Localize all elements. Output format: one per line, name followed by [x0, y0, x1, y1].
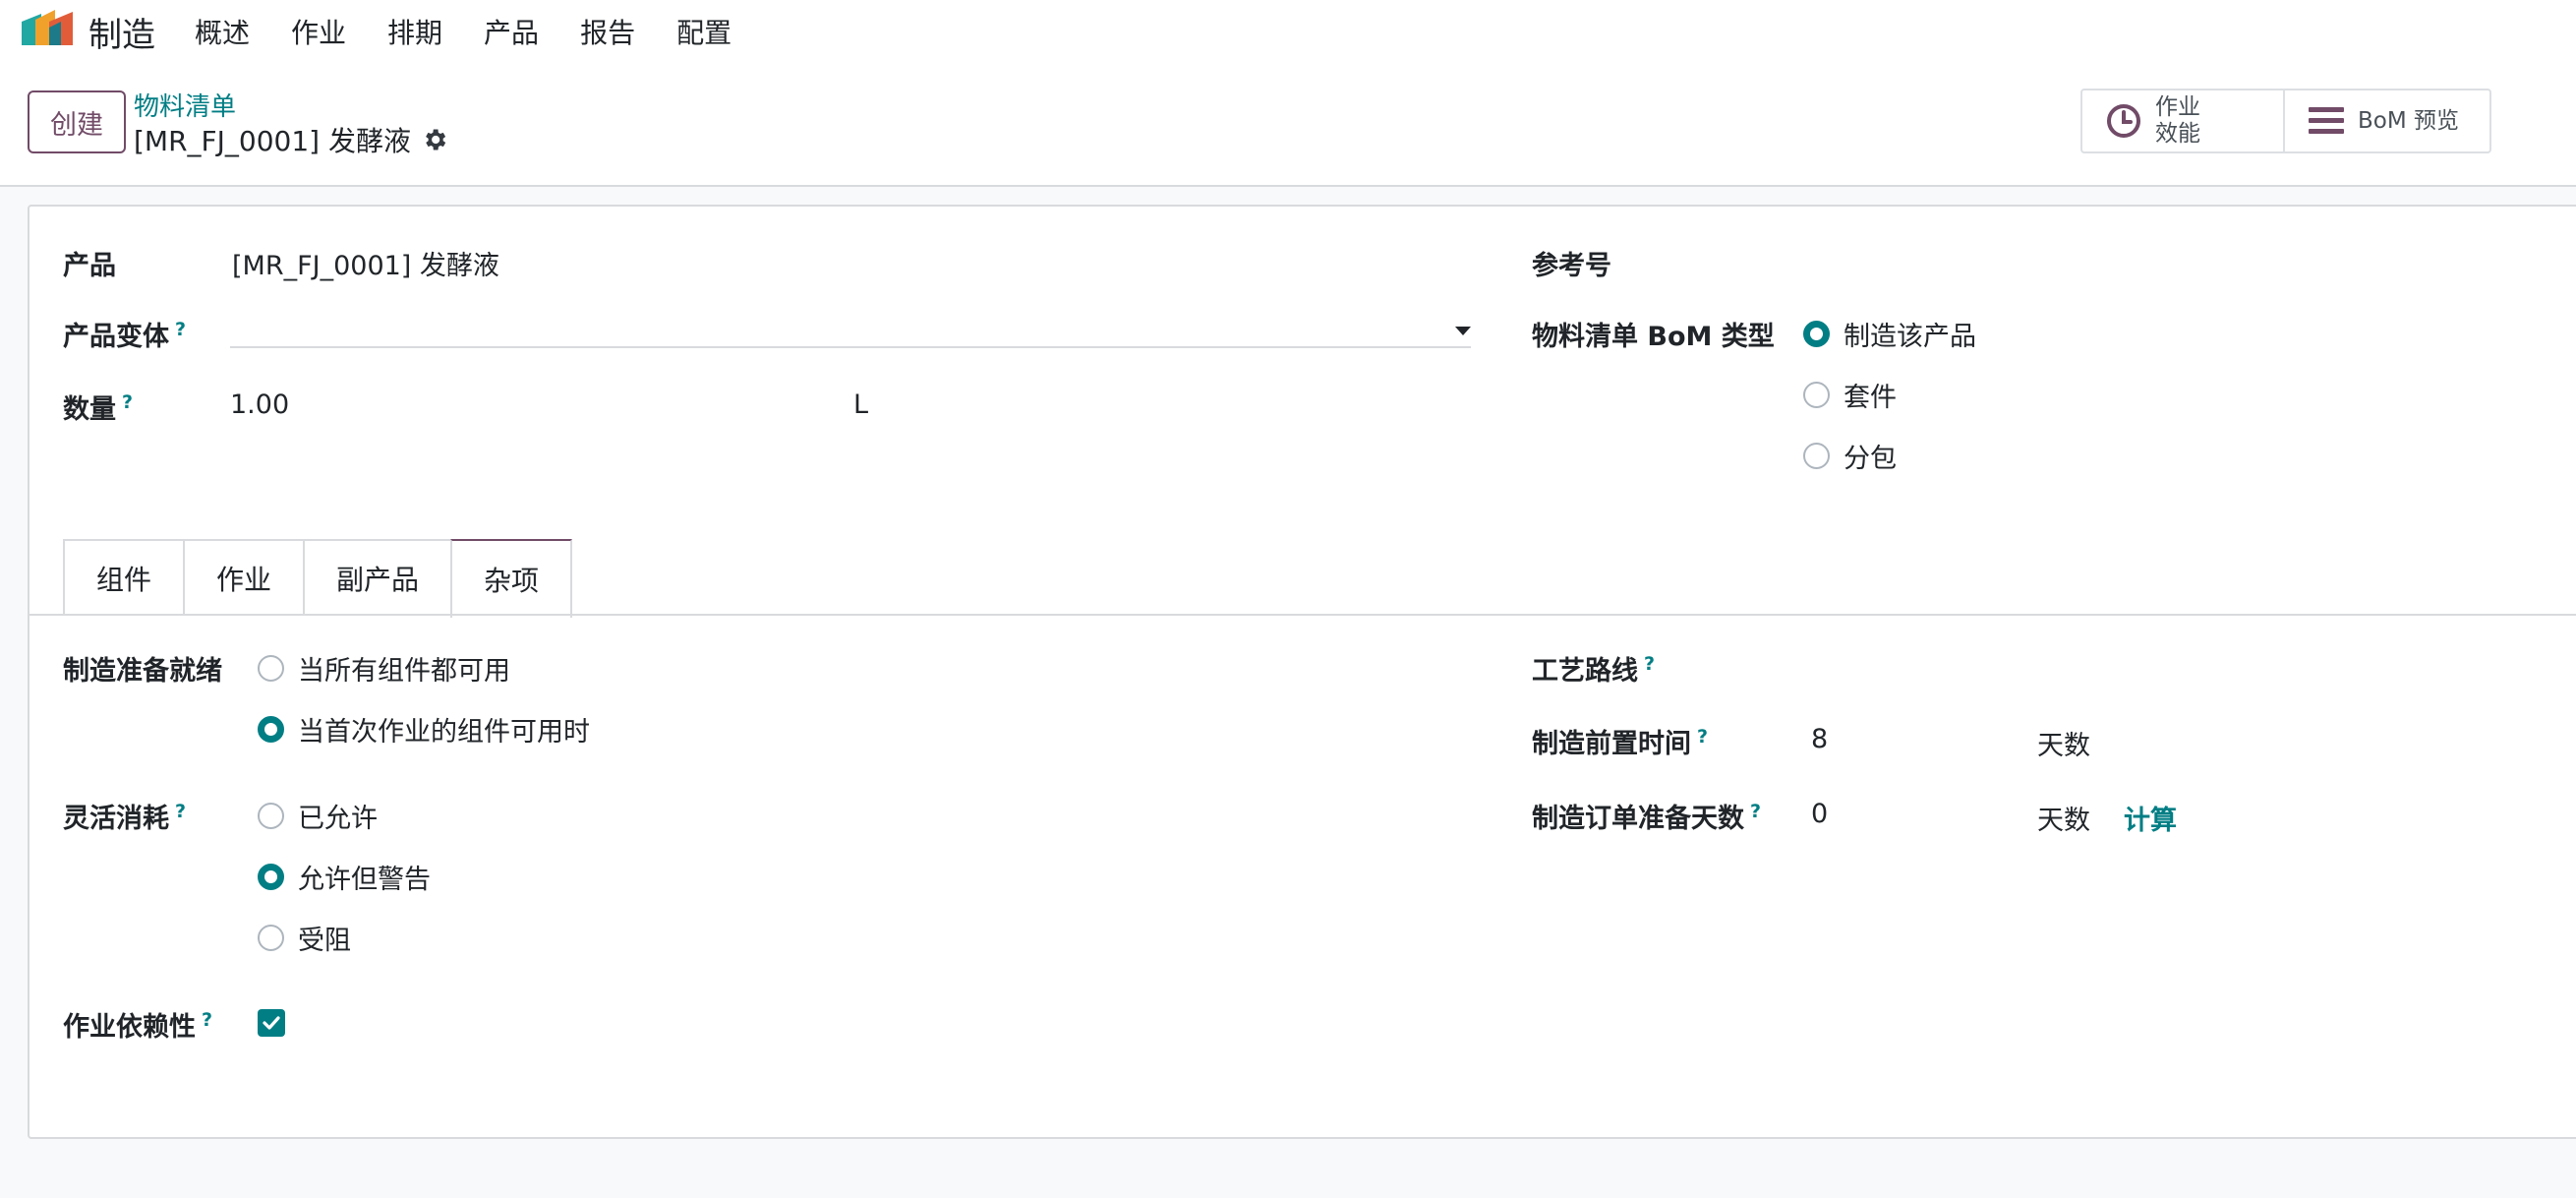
- radio-selected-icon: [258, 716, 284, 743]
- menu-planning[interactable]: 排期: [387, 12, 442, 51]
- flex-option-allowed[interactable]: 已允许: [258, 797, 378, 835]
- reference-label: 参考号: [1532, 251, 1611, 281]
- bom-preview-label: BoM 预览: [2358, 107, 2460, 134]
- help-icon[interactable]: ?: [1644, 653, 1655, 675]
- radio-icon: [1803, 443, 1830, 469]
- help-icon[interactable]: ?: [1697, 726, 1708, 748]
- menu-reporting[interactable]: 报告: [580, 12, 635, 51]
- lead-time-unit: 天数: [2037, 731, 2090, 761]
- breadcrumb-bom-link[interactable]: 物料清单: [134, 87, 236, 123]
- radio-icon: [258, 655, 284, 682]
- compute-button[interactable]: 计算: [2124, 799, 2177, 837]
- menu-products[interactable]: 产品: [484, 12, 539, 51]
- ready-option-first-operation[interactable]: 当首次作业的组件可用时: [258, 710, 590, 749]
- clock-icon: [2107, 104, 2140, 138]
- create-button[interactable]: 创建: [28, 90, 126, 153]
- smart-buttons: 作业 效能 BoM 预览: [2080, 89, 2491, 153]
- bom-type-option-subcontracting[interactable]: 分包: [1803, 437, 1897, 475]
- form-sheet: 产品 [MR_FJ_0001] 发酵液 产品变体? 数量? 1.00 L 参考号…: [28, 205, 2576, 1139]
- tab-operations[interactable]: 作业: [183, 539, 306, 616]
- bom-type-label: 物料清单 BoM 类型: [1532, 322, 1775, 352]
- days-to-prepare-input[interactable]: 0: [1811, 799, 1828, 829]
- lead-time-input[interactable]: 8: [1811, 724, 1828, 754]
- app-name[interactable]: 制造: [88, 8, 155, 56]
- manufacturing-app-icon[interactable]: [20, 8, 75, 47]
- help-icon[interactable]: ?: [1750, 801, 1761, 822]
- radio-icon: [258, 925, 284, 951]
- tab-by-products[interactable]: 副产品: [303, 539, 453, 616]
- bom-type-option-kit[interactable]: 套件: [1803, 376, 1897, 414]
- quantity-label: 数量?: [63, 391, 134, 425]
- help-icon[interactable]: ?: [175, 801, 186, 822]
- efficiency-label: 作业 效能: [2155, 94, 2200, 147]
- tab-miscellaneous[interactable]: 杂项: [450, 539, 573, 618]
- radio-selected-icon: [1803, 321, 1830, 347]
- main-menu: 概述 作业 排期 产品 报告 配置: [195, 12, 773, 51]
- bom-preview-button[interactable]: BoM 预览: [2285, 90, 2489, 151]
- help-icon[interactable]: ?: [122, 391, 133, 413]
- product-variant-label: 产品变体?: [63, 319, 187, 352]
- flexible-consumption-label: 灵活消耗?: [63, 801, 187, 834]
- top-navbar: 制造 概述 作业 排期 产品 报告 配置: [0, 0, 2576, 57]
- radio-icon: [258, 803, 284, 829]
- radio-selected-icon: [258, 864, 284, 890]
- control-panel: 创建 物料清单 [MR_FJ_0001] 发酵液 作业 效能 BoM 预览: [0, 57, 2576, 187]
- quantity-uom[interactable]: L: [853, 389, 868, 420]
- tab-components[interactable]: 组件: [63, 539, 186, 616]
- checkmark-icon: [263, 1016, 280, 1030]
- gear-icon[interactable]: [421, 126, 448, 153]
- manufacturing-lead-time-label: 制造前置时间?: [1532, 726, 1709, 759]
- help-icon[interactable]: ?: [202, 1009, 212, 1031]
- days-to-prepare-label: 制造订单准备天数?: [1532, 801, 1762, 834]
- radio-icon: [1803, 382, 1830, 408]
- menu-operations[interactable]: 作业: [291, 12, 346, 51]
- flex-option-warning[interactable]: 允许但警告: [258, 858, 431, 896]
- ready-to-produce-label: 制造准备就绪: [63, 656, 222, 687]
- bars-icon: [2309, 107, 2344, 134]
- product-variant-select[interactable]: [230, 305, 1471, 348]
- product-value[interactable]: [MR_FJ_0001] 发酵液: [232, 244, 499, 282]
- routing-label: 工艺路线?: [1532, 653, 1656, 687]
- product-label: 产品: [63, 251, 116, 281]
- menu-overview[interactable]: 概述: [195, 12, 250, 51]
- operation-dependencies-label: 作业依赖性?: [63, 1009, 213, 1043]
- quantity-input[interactable]: 1.00: [230, 389, 289, 420]
- chevron-down-icon: [1455, 327, 1471, 335]
- ready-option-all-available[interactable]: 当所有组件都可用: [258, 649, 510, 688]
- flex-option-blocked[interactable]: 受阻: [258, 919, 351, 957]
- record-title: [MR_FJ_0001] 发酵液: [134, 125, 411, 157]
- operation-dependencies-checkbox[interactable]: [258, 1009, 285, 1037]
- notebook-tabs: 组件 作业 副产品 杂项: [63, 539, 573, 618]
- menu-configuration[interactable]: 配置: [676, 12, 732, 51]
- work-center-efficiency-button[interactable]: 作业 效能: [2082, 90, 2285, 151]
- days-to-prepare-unit: 天数: [2037, 806, 2090, 836]
- tab-divider: [29, 614, 2576, 616]
- help-icon[interactable]: ?: [175, 319, 186, 340]
- bom-type-option-manufacture[interactable]: 制造该产品: [1803, 315, 1976, 353]
